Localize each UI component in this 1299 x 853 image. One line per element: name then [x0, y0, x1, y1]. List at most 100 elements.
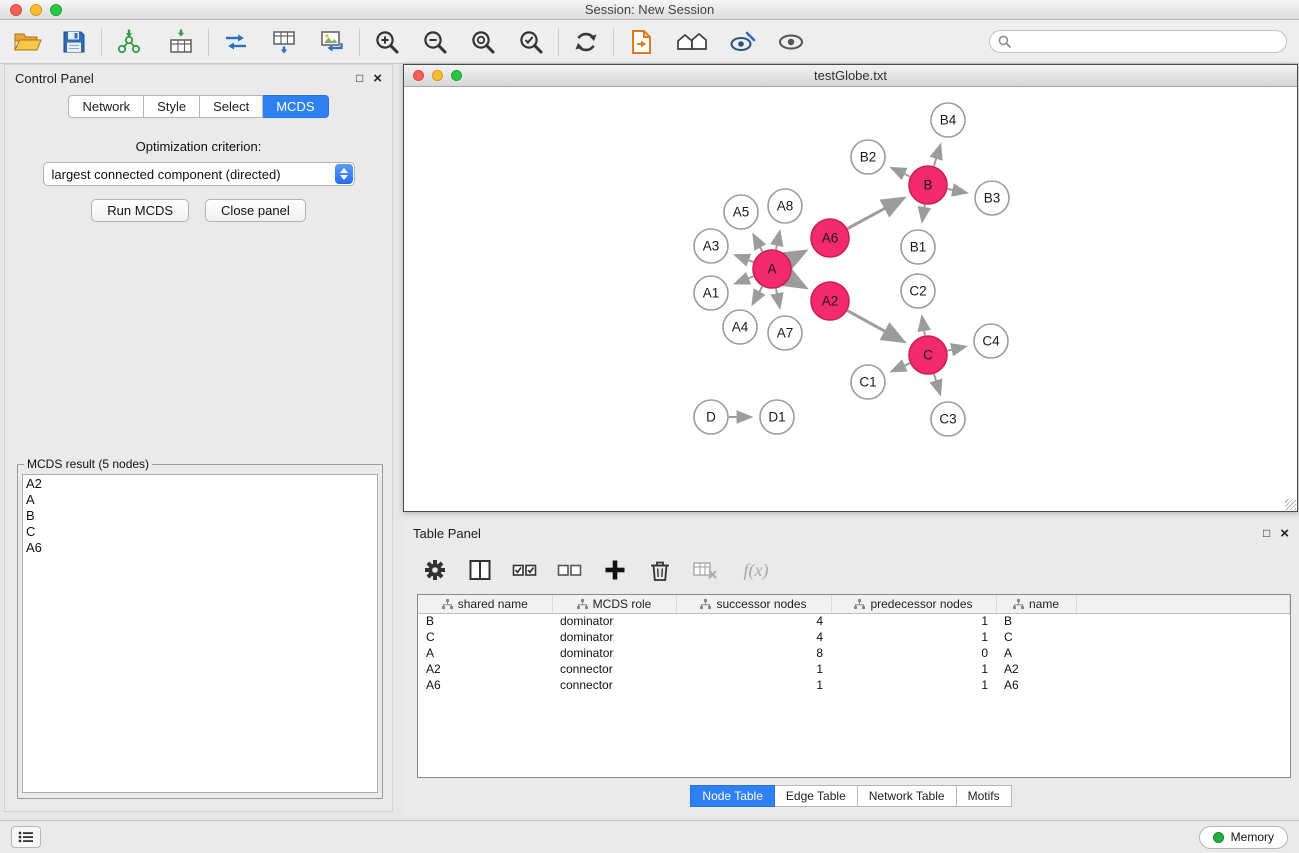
table-cell[interactable]: A2	[996, 661, 1076, 677]
network-edge[interactable]	[922, 205, 925, 222]
network-edge[interactable]	[790, 251, 806, 259]
table-cell[interactable]: connector	[552, 677, 676, 693]
memory-indicator[interactable]: Memory	[1199, 826, 1288, 849]
open-session-button[interactable]	[12, 26, 44, 58]
tab-network-table[interactable]: Network Table	[858, 785, 957, 807]
zoom-out-button[interactable]	[419, 26, 451, 58]
network-node[interactable]: A7	[768, 316, 802, 350]
add-column-button[interactable]	[601, 556, 629, 584]
table-cell[interactable]: 8	[676, 645, 831, 661]
search-field[interactable]	[989, 30, 1287, 53]
network-node[interactable]: C2	[901, 274, 935, 308]
home-button[interactable]	[673, 26, 711, 58]
network-node[interactable]: B1	[901, 230, 935, 264]
network-edge[interactable]	[753, 235, 762, 252]
graphics-details-button[interactable]	[727, 26, 759, 58]
table-cell[interactable]: 4	[676, 613, 831, 629]
resize-grip-icon[interactable]	[1285, 499, 1296, 510]
function-builder-button[interactable]: f(x)	[736, 556, 776, 584]
network-edge[interactable]	[735, 276, 753, 283]
table-cell[interactable]: A	[996, 645, 1076, 661]
network-node[interactable]: C	[909, 336, 947, 374]
table-row[interactable]: Bdominator41B	[418, 613, 1290, 629]
network-node[interactable]: A4	[723, 310, 757, 344]
tab-style[interactable]: Style	[144, 95, 200, 118]
export-table-button[interactable]	[268, 26, 300, 58]
import-table-button[interactable]	[165, 26, 197, 58]
network-edge[interactable]	[776, 289, 780, 308]
tab-mcds[interactable]: MCDS	[263, 95, 328, 118]
network-edge[interactable]	[922, 317, 925, 336]
table-cell[interactable]: A6	[418, 677, 552, 693]
network-edge[interactable]	[848, 198, 904, 228]
network-node[interactable]: C3	[931, 402, 965, 436]
network-node[interactable]: C4	[974, 324, 1008, 358]
search-input[interactable]	[1017, 35, 1278, 49]
network-node[interactable]: D	[694, 400, 728, 434]
close-traffic-light-icon[interactable]	[413, 70, 424, 81]
network-edge[interactable]	[735, 255, 753, 262]
zoom-traffic-light-icon[interactable]	[50, 4, 62, 16]
table-cell[interactable]: B	[418, 613, 552, 629]
network-window-titlebar[interactable]: testGlobe.txt	[404, 65, 1297, 87]
network-edge[interactable]	[892, 363, 910, 371]
table-cell[interactable]: B	[996, 613, 1076, 629]
table-cell[interactable]: 1	[831, 661, 996, 677]
list-item[interactable]: A	[26, 492, 374, 508]
zoom-fit-button[interactable]	[467, 26, 499, 58]
float-panel-icon[interactable]: □	[356, 72, 363, 84]
network-node[interactable]: B2	[851, 140, 885, 174]
network-node[interactable]: A8	[768, 189, 802, 223]
network-edge[interactable]	[848, 311, 904, 342]
zoom-selected-button[interactable]	[515, 26, 547, 58]
list-item[interactable]: C	[26, 524, 374, 540]
network-node[interactable]: A5	[724, 195, 758, 229]
panel-menu-button[interactable]	[11, 826, 41, 848]
table-cell[interactable]: 1	[676, 661, 831, 677]
zoom-in-button[interactable]	[371, 26, 403, 58]
network-node[interactable]: A6	[811, 219, 849, 257]
table-cell[interactable]: dominator	[552, 629, 676, 645]
minimize-traffic-light-icon[interactable]	[30, 4, 42, 16]
network-edge[interactable]	[790, 279, 806, 288]
list-item[interactable]: A6	[26, 540, 374, 556]
network-node[interactable]: B4	[931, 103, 965, 137]
network-edge[interactable]	[934, 145, 941, 166]
network-edge[interactable]	[753, 287, 763, 305]
zoom-traffic-light-icon[interactable]	[451, 70, 462, 81]
column-header[interactable]: MCDS role	[552, 595, 676, 613]
table-row[interactable]: Cdominator41C	[418, 629, 1290, 645]
list-item[interactable]: A2	[26, 476, 374, 492]
network-edge[interactable]	[934, 374, 940, 394]
table-cell[interactable]: 4	[676, 629, 831, 645]
network-node[interactable]: B	[909, 166, 947, 204]
save-session-button[interactable]	[58, 26, 90, 58]
table-row[interactable]: A2connector11A2	[418, 661, 1290, 677]
close-panel-icon[interactable]: ×	[1280, 526, 1289, 541]
float-panel-icon[interactable]: □	[1263, 527, 1270, 539]
network-node[interactable]: D1	[760, 400, 794, 434]
export-network-button[interactable]	[220, 26, 252, 58]
close-panel-icon[interactable]: ×	[373, 71, 382, 86]
table-cell[interactable]: 0	[831, 645, 996, 661]
close-traffic-light-icon[interactable]	[10, 4, 22, 16]
deselect-all-button[interactable]	[556, 556, 584, 584]
close-panel-button[interactable]: Close panel	[205, 199, 306, 222]
tab-network[interactable]: Network	[68, 95, 144, 118]
table-cell[interactable]: 1	[831, 613, 996, 629]
apply-layout-button[interactable]	[570, 26, 602, 58]
tab-motifs[interactable]: Motifs	[957, 785, 1012, 807]
table-cell[interactable]: A	[418, 645, 552, 661]
show-columns-button[interactable]	[466, 556, 494, 584]
table-settings-button[interactable]	[421, 556, 449, 584]
network-node[interactable]: C1	[851, 365, 885, 399]
table-cell[interactable]: A2	[418, 661, 552, 677]
network-node[interactable]: A1	[694, 276, 728, 310]
select-all-button[interactable]	[511, 556, 539, 584]
network-edge[interactable]	[948, 347, 966, 351]
network-node[interactable]: B3	[975, 181, 1009, 215]
table-cell[interactable]: dominator	[552, 613, 676, 629]
table-row[interactable]: Adominator80A	[418, 645, 1290, 661]
delete-column-button[interactable]	[646, 556, 674, 584]
run-mcds-button[interactable]: Run MCDS	[91, 199, 189, 222]
